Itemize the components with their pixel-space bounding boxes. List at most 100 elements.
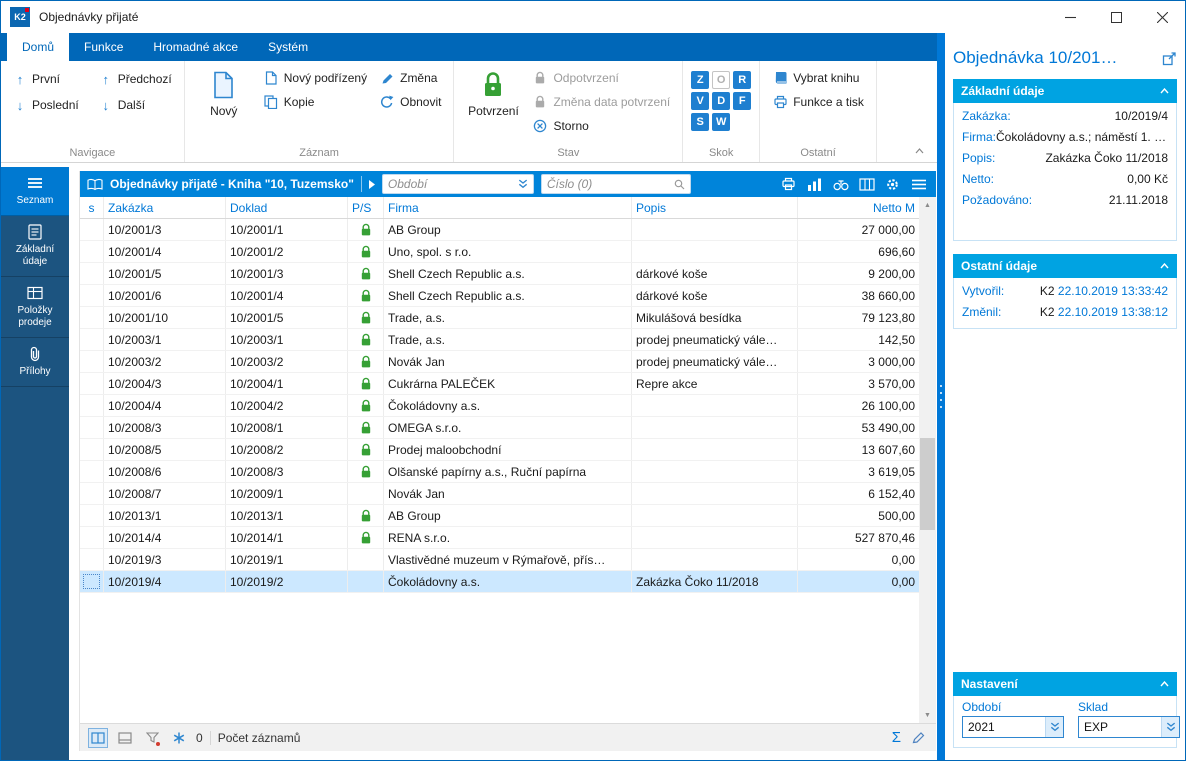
table-row[interactable]: 10/2001/5 10/2001/3 Shell Czech Republic… [80, 263, 920, 285]
panel-splitter[interactable] [937, 33, 945, 760]
scroll-thumb[interactable] [920, 438, 935, 530]
tab-funkce[interactable]: Funkce [69, 33, 138, 61]
chevron-up-icon[interactable] [1160, 681, 1169, 687]
open-in-window-button[interactable] [1162, 51, 1177, 66]
filter-button[interactable] [142, 728, 162, 748]
table-row[interactable]: 10/2008/7 10/2009/1 Novák Jan 6 152,40 [80, 483, 920, 505]
sidebar-item-seznam[interactable]: Seznam [1, 167, 69, 216]
refresh-button[interactable]: Obnovit [375, 90, 445, 114]
chevron-up-icon[interactable] [1160, 263, 1169, 269]
column-header-doklad[interactable]: Doklad [226, 197, 348, 218]
next-button[interactable]: ↓Další [95, 93, 176, 117]
row-select-cell[interactable] [80, 285, 104, 306]
last-button[interactable]: ↓Poslední [9, 93, 83, 117]
period-filter[interactable]: Období [382, 174, 534, 194]
table-row[interactable]: 10/2003/1 10/2003/1 Trade, a.s. prodej p… [80, 329, 920, 351]
new-child-button[interactable]: Nový podřízený [259, 66, 371, 90]
jump-button-w[interactable]: W [712, 113, 730, 131]
table-row[interactable]: 10/2001/10 10/2001/5 Trade, a.s. Mikuláš… [80, 307, 920, 329]
minimize-button[interactable] [1047, 1, 1093, 33]
preview-panel-button[interactable] [115, 728, 135, 748]
warehouse-select[interactable]: EXP [1078, 716, 1180, 738]
row-select-cell[interactable] [80, 263, 104, 284]
table-row[interactable]: 10/2014/4 10/2014/1 RENA s.r.o. 527 870,… [80, 527, 920, 549]
maximize-button[interactable] [1093, 1, 1139, 33]
row-select-cell[interactable] [80, 461, 104, 482]
select-book-button[interactable]: Vybrat knihu [768, 66, 868, 90]
collapse-ribbon-button[interactable] [911, 145, 927, 157]
search-records-button[interactable] [832, 176, 849, 193]
jump-button-z[interactable]: Z [691, 71, 709, 89]
column-header-ps[interactable]: P/S [348, 197, 384, 218]
table-row[interactable]: 10/2001/6 10/2001/4 Shell Czech Republic… [80, 285, 920, 307]
functions-print-button[interactable]: Funkce a tisk [768, 90, 868, 114]
table-row[interactable]: 10/2004/4 10/2004/2 Čokoládovny a.s. 26 … [80, 395, 920, 417]
first-button[interactable]: ↑První [9, 67, 83, 91]
jump-button-r[interactable]: R [733, 71, 751, 89]
row-select-cell[interactable] [80, 505, 104, 526]
period-select[interactable]: 2021 [962, 716, 1064, 738]
column-header-zakazka[interactable]: Zakázka [104, 197, 226, 218]
sum-button[interactable]: Σ [892, 730, 901, 745]
row-select-cell[interactable] [80, 439, 104, 460]
column-header-firma[interactable]: Firma [384, 197, 632, 218]
settings-button[interactable] [884, 176, 901, 193]
row-select-cell[interactable] [80, 307, 104, 328]
table-row[interactable]: 10/2019/4 10/2019/2 Čokoládovny a.s. Zak… [80, 571, 920, 593]
sidebar-item-polozky-prodeje[interactable]: Položky prodeje [1, 277, 69, 338]
columns-view-button[interactable] [858, 176, 875, 193]
row-select-cell[interactable] [80, 527, 104, 548]
row-select-cell[interactable] [80, 395, 104, 416]
edit-button[interactable] [908, 728, 928, 748]
row-select-cell[interactable] [80, 549, 104, 570]
column-header-popis[interactable]: Popis [632, 197, 798, 218]
vertical-scrollbar[interactable]: ▲ ▼ [919, 197, 936, 723]
table-row[interactable]: 10/2013/1 10/2013/1 AB Group 500,00 [80, 505, 920, 527]
jump-button-v[interactable]: V [691, 92, 709, 110]
print-button[interactable] [780, 176, 797, 193]
change-button[interactable]: Změna [375, 66, 445, 90]
chevron-up-icon[interactable] [1160, 88, 1169, 94]
table-row[interactable]: 10/2008/3 10/2008/1 OMEGA s.r.o. 53 490,… [80, 417, 920, 439]
row-select-cell[interactable] [80, 373, 104, 394]
expand-book-menu-button[interactable] [369, 180, 375, 189]
jump-button-d[interactable]: D [712, 92, 730, 110]
sidebar-item-zakladni-udaje[interactable]: Základní údaje [1, 216, 69, 277]
column-header-netto[interactable]: Netto M [798, 197, 920, 218]
section-header-nastaveni[interactable]: Nastavení [953, 672, 1177, 696]
scroll-down-icon[interactable]: ▼ [919, 707, 936, 723]
new-button[interactable]: Nový [193, 66, 255, 118]
table-row[interactable]: 10/2001/3 10/2001/1 AB Group 27 000,00 [80, 219, 920, 241]
table-row[interactable]: 10/2008/5 10/2008/2 Prodej maloobchodní … [80, 439, 920, 461]
row-select-cell[interactable] [80, 351, 104, 372]
row-select-cell[interactable] [80, 417, 104, 438]
copy-button[interactable]: Kopie [259, 90, 371, 114]
section-header-zakladni[interactable]: Základní údaje [953, 79, 1177, 103]
previous-button[interactable]: ↑Předchozí [95, 67, 176, 91]
table-row[interactable]: 10/2001/4 10/2001/2 Uno, spol. s r.o. 69… [80, 241, 920, 263]
sidebar-item-prilohy[interactable]: Přílohy [1, 338, 69, 387]
menu-button[interactable] [910, 176, 927, 193]
table-row[interactable]: 10/2003/2 10/2003/2 Novák Jan prodej pne… [80, 351, 920, 373]
confirm-button[interactable]: Potvrzení [462, 66, 524, 118]
tab-system[interactable]: Systém [253, 33, 323, 61]
column-header-s[interactable]: s [80, 197, 104, 218]
chart-button[interactable] [806, 176, 823, 193]
section-header-ostatni[interactable]: Ostatní údaje [953, 254, 1177, 278]
table-row[interactable]: 10/2008/6 10/2008/3 Olšanské papírny a.s… [80, 461, 920, 483]
close-button[interactable] [1139, 1, 1185, 33]
table-row[interactable]: 10/2019/3 10/2019/1 Vlastivědné muzeum v… [80, 549, 920, 571]
storno-button[interactable]: Storno [528, 114, 674, 138]
table-row[interactable]: 10/2004/3 10/2004/1 Cukrárna PALEČEK Rep… [80, 373, 920, 395]
tab-domu[interactable]: Domů [7, 33, 69, 61]
tab-hromadne-akce[interactable]: Hromadné akce [138, 33, 253, 61]
row-select-cell[interactable] [80, 329, 104, 350]
number-filter[interactable]: Číslo (0) [541, 174, 691, 194]
row-select-cell[interactable] [80, 219, 104, 240]
row-select-cell[interactable] [80, 571, 104, 592]
row-select-cell[interactable] [80, 483, 104, 504]
layout-columns-button[interactable] [88, 728, 108, 748]
jump-button-s[interactable]: S [691, 113, 709, 131]
jump-button-f[interactable]: F [733, 92, 751, 110]
scroll-up-icon[interactable]: ▲ [919, 197, 936, 213]
